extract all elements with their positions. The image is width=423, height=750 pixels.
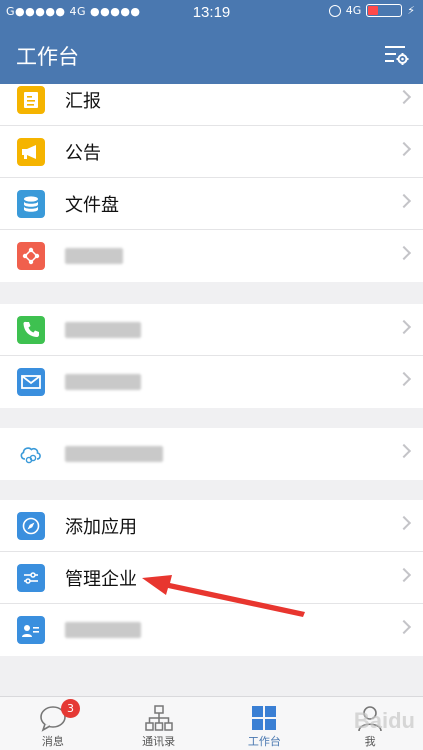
- tab-label: 通讯录: [142, 735, 176, 748]
- mail-icon: [17, 368, 45, 396]
- chevron-right-icon: [396, 567, 412, 583]
- chevron-right-icon: [396, 371, 412, 387]
- group-communication: [0, 304, 423, 408]
- contact-card-icon: [17, 616, 45, 644]
- nav-bar: 工作台: [0, 26, 423, 84]
- megaphone-icon: [17, 137, 45, 166]
- list-item-mail[interactable]: [0, 356, 423, 408]
- charging-icon: ⚡: [407, 4, 415, 17]
- list-settings-icon[interactable]: [383, 42, 409, 68]
- tab-contacts[interactable]: 通讯录: [106, 697, 212, 750]
- chevron-right-icon: [396, 141, 412, 157]
- list-item-add-app[interactable]: 添加应用: [0, 500, 423, 552]
- tab-label: 我: [364, 735, 376, 748]
- chevron-right-icon: [396, 515, 412, 531]
- redacted-label: [65, 622, 141, 638]
- chevron-right-icon: [396, 443, 412, 459]
- chevron-right-icon: [396, 619, 412, 635]
- status-bar: G●●●●● 4G ●●●●● 13:19 4G ⚡: [0, 0, 423, 26]
- sliders-icon: [17, 563, 45, 592]
- grid-icon: [252, 706, 277, 730]
- list-item-label: 文件盘: [65, 194, 119, 216]
- tab-label: 消息: [41, 735, 64, 748]
- redacted-label: [65, 374, 141, 390]
- phone-icon: [17, 315, 45, 344]
- list-item-blurred-app[interactable]: [0, 230, 423, 282]
- page-title: 工作台: [16, 45, 79, 69]
- cloud-link-icon: [17, 440, 45, 468]
- status-right: 4G ⚡: [328, 4, 415, 17]
- network-type: 4G: [345, 4, 362, 17]
- org-chart-icon: [144, 705, 173, 731]
- list-item-contact-card[interactable]: [0, 604, 423, 656]
- redacted-label: [65, 446, 163, 462]
- list-item-announcement[interactable]: 公告: [0, 126, 423, 178]
- chevron-right-icon: [396, 245, 412, 261]
- group-management: 添加应用 管理企业: [0, 500, 423, 656]
- list-item-label: 添加应用: [65, 516, 137, 538]
- chevron-right-icon: [396, 319, 412, 335]
- tab-label: 工作台: [247, 735, 281, 748]
- chevron-right-icon: [396, 89, 412, 105]
- tab-messages[interactable]: 3 消息: [0, 697, 106, 750]
- alarm-icon: [328, 4, 341, 17]
- database-icon: [17, 189, 45, 218]
- tab-workbench[interactable]: 工作台: [212, 697, 318, 750]
- unread-badge: 3: [61, 699, 80, 718]
- redacted-label: [65, 248, 123, 264]
- watermark: Baidu: [353, 708, 415, 733]
- compass-icon: [17, 511, 45, 540]
- list-item-manage-enterprise[interactable]: 管理企业: [0, 552, 423, 604]
- list-item-phone[interactable]: [0, 304, 423, 356]
- redacted-label: [65, 321, 141, 338]
- list-item-cloud[interactable]: [0, 428, 423, 480]
- list-item-label: 公告: [65, 142, 101, 164]
- group-cloud: [0, 428, 423, 480]
- report-icon: [17, 85, 45, 114]
- chevron-right-icon: [396, 193, 412, 209]
- list-item-label: 汇报: [65, 90, 101, 112]
- group-work-apps: 汇报 公告 文件盘: [0, 84, 423, 282]
- share-nodes-icon: [17, 242, 45, 270]
- battery-icon: [366, 4, 403, 17]
- app-list: 汇报 公告 文件盘 添加应用 管理企业: [0, 84, 423, 696]
- list-item-report[interactable]: 汇报: [0, 84, 423, 126]
- list-item-label: 管理企业: [65, 568, 137, 590]
- list-item-file-disk[interactable]: 文件盘: [0, 178, 423, 230]
